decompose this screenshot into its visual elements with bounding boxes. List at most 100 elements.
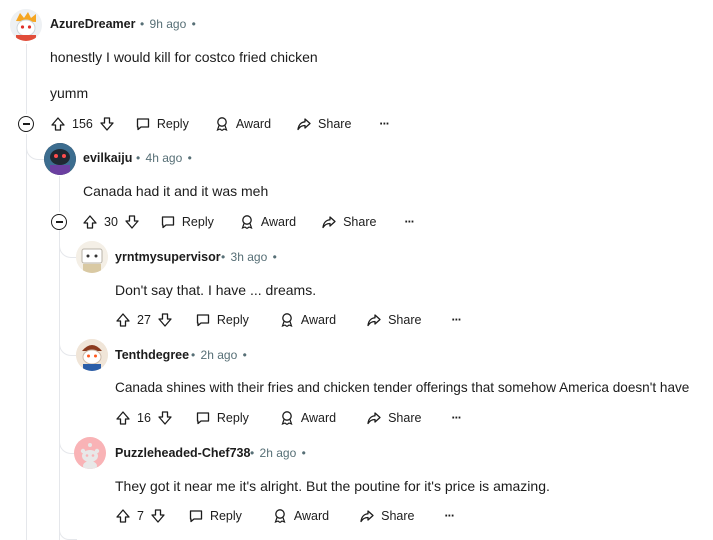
reply-label: Reply (209, 509, 242, 523)
award-icon (241, 215, 253, 230)
comment-text: Don't say that. I have ... dreams. (115, 282, 317, 298)
comment-username[interactable]: AzureDreamer (50, 17, 135, 31)
more-options-button[interactable]: ··· (404, 215, 414, 229)
comment-username[interactable]: evilkaiju (83, 151, 132, 165)
reply-label: Reply (181, 215, 214, 229)
comment-username[interactable]: Tenthdegree (115, 348, 189, 362)
comment-username[interactable]: yrntmysupervisor (115, 250, 221, 264)
share-label: Share (381, 509, 415, 523)
downvote-icon[interactable] (157, 410, 173, 426)
comment-username[interactable]: Puzzleheaded-Chef738 (115, 446, 250, 460)
share-arrow-icon (297, 118, 311, 131)
downvote-icon[interactable] (99, 116, 115, 132)
reply-button[interactable]: Reply (160, 214, 214, 230)
award-label: Award (235, 117, 272, 131)
more-options-button[interactable]: ··· (451, 313, 461, 327)
separator-dot: • (272, 250, 277, 264)
thread-line-root-lower (26, 134, 27, 540)
reply-label: Reply (216, 411, 249, 425)
share-label: Share (388, 411, 422, 425)
avatar[interactable] (76, 241, 108, 273)
reply-bubble-icon (196, 314, 210, 327)
vote-score: 30 (104, 215, 118, 229)
reply-button[interactable]: Reply (188, 508, 242, 524)
share-button[interactable]: Share (366, 312, 421, 328)
avatar[interactable] (74, 437, 106, 469)
connector-evilkaiju (26, 140, 44, 160)
connector-tenth (59, 336, 77, 356)
award-label: Award (300, 313, 337, 327)
award-button[interactable]: Award (279, 410, 336, 426)
comment-actions: 7 Reply Award Share ··· (115, 504, 455, 528)
snoo-avatar-icon (76, 339, 108, 371)
snoo-avatar-icon (44, 143, 76, 175)
award-label: Award (293, 509, 330, 523)
share-button[interactable]: Share (296, 116, 351, 132)
comment-actions: 27 Reply Award Share ··· (115, 308, 462, 332)
upvote-icon[interactable] (115, 312, 131, 328)
downvote-icon[interactable] (157, 312, 173, 328)
comment-text: yumm (50, 85, 89, 101)
share-button[interactable]: Share (359, 508, 415, 524)
share-button[interactable]: Share (321, 214, 376, 230)
reply-label: Reply (156, 117, 189, 131)
award-label: Award (300, 411, 337, 425)
upvote-icon[interactable] (115, 508, 131, 524)
collapse-thread-button[interactable] (18, 116, 34, 132)
more-options-button[interactable]: ··· (445, 509, 455, 523)
default-snoo-icon (74, 437, 106, 469)
separator-dot: • (301, 446, 306, 460)
comment-meta: • 9h ago • (140, 17, 196, 31)
more-options-icon: ··· (451, 313, 461, 327)
avatar[interactable] (10, 9, 42, 41)
vote-controls: 156 (50, 116, 115, 132)
upvote-icon[interactable] (82, 214, 98, 230)
comment-timestamp[interactable]: 2h ago (201, 348, 238, 362)
collapse-thread-button[interactable] (51, 214, 67, 230)
upvote-icon[interactable] (115, 410, 131, 426)
vote-controls: 7 (115, 508, 166, 524)
reply-bubble-icon (196, 412, 210, 425)
vote-controls: 30 (82, 214, 140, 230)
reply-button[interactable]: Reply (135, 116, 189, 132)
separator-dot: • (187, 151, 192, 165)
avatar[interactable] (76, 339, 108, 371)
comment-meta: • 2h ago • (250, 446, 306, 460)
award-button[interactable]: Award (214, 116, 271, 132)
more-options-button[interactable]: ··· (451, 411, 461, 425)
comment-timestamp[interactable]: 3h ago (231, 250, 268, 264)
award-icon (274, 509, 286, 524)
reply-label: Reply (216, 313, 249, 327)
reply-button[interactable]: Reply (195, 410, 249, 426)
reply-button[interactable]: Reply (195, 312, 249, 328)
vote-score: 7 (137, 509, 144, 523)
vote-score: 27 (137, 313, 151, 327)
vote-controls: 16 (115, 410, 173, 426)
more-options-button[interactable]: ··· (379, 117, 389, 131)
comment-timestamp[interactable]: 4h ago (146, 151, 183, 165)
thread-line-evilkaiju-lower (59, 230, 60, 540)
reply-bubble-icon (136, 118, 150, 131)
downvote-icon[interactable] (124, 214, 140, 230)
separator-dot: • (191, 348, 196, 362)
award-button[interactable]: Award (239, 214, 296, 230)
share-button[interactable]: Share (366, 410, 421, 426)
award-button[interactable]: Award (279, 312, 336, 328)
comment-actions: 16 Reply Award Share ··· (115, 406, 462, 430)
comment-actions: 30 Reply Award Share ··· (82, 210, 415, 234)
share-label: Share (343, 215, 377, 229)
vote-score: 16 (137, 411, 151, 425)
comment-text: honestly I would kill for costco fried c… (50, 49, 318, 65)
share-arrow-icon (367, 412, 381, 425)
thread-line-evilkaiju (59, 176, 60, 212)
upvote-icon[interactable] (50, 116, 66, 132)
comment-text: Canada had it and it was meh (83, 183, 269, 199)
reply-bubble-icon (161, 216, 175, 229)
comment-timestamp[interactable]: 9h ago (150, 17, 187, 31)
award-label: Award (260, 215, 297, 229)
avatar[interactable] (44, 143, 76, 175)
downvote-icon[interactable] (150, 508, 166, 524)
award-button[interactable]: Award (272, 508, 329, 524)
comment-timestamp[interactable]: 2h ago (260, 446, 297, 460)
more-options-icon: ··· (379, 117, 389, 131)
